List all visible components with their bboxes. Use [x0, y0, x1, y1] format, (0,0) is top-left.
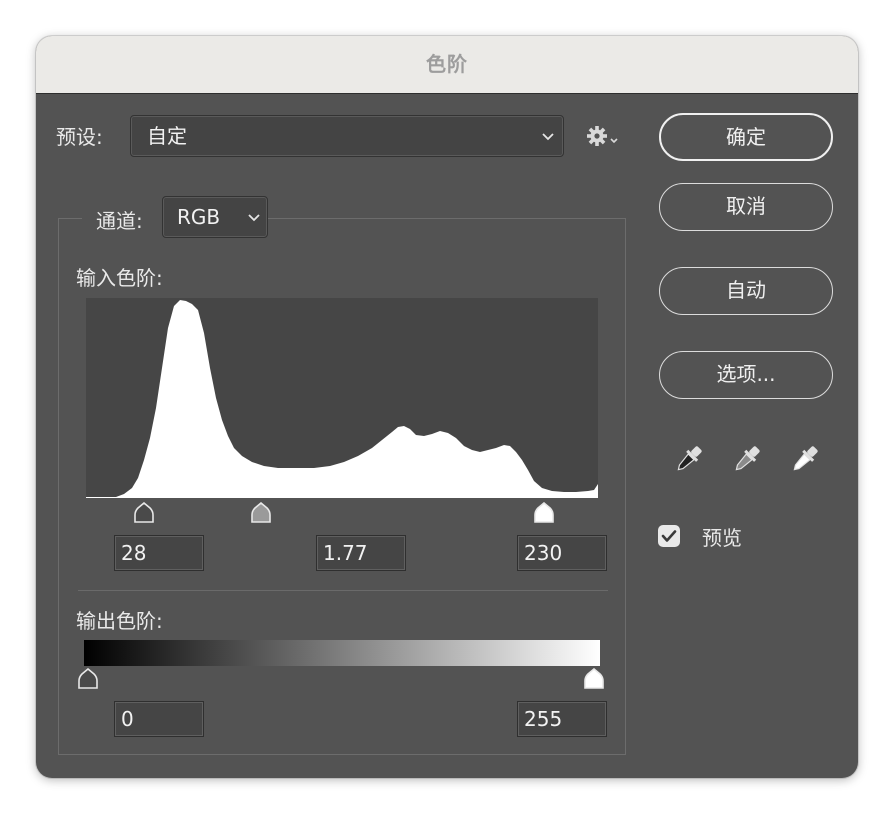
checkmark-icon: [661, 530, 677, 542]
output-black-field[interactable]: 0: [114, 701, 204, 737]
cancel-button[interactable]: 取消: [659, 183, 833, 231]
output-white-slider[interactable]: [582, 668, 606, 690]
input-gamma-field[interactable]: 1.77: [316, 535, 406, 571]
levels-dialog: 色阶 预设: 自定 确定 取消 自动 选项... 预览 通道: RGB 输入色阶…: [36, 36, 858, 778]
title-bar[interactable]: 色阶: [36, 36, 858, 94]
window-title: 色阶: [426, 52, 468, 76]
input-levels-label: 输入色阶:: [76, 266, 163, 290]
gray-point-eyedropper-icon[interactable]: [730, 442, 764, 476]
channel-value: RGB: [177, 205, 221, 229]
white-point-eyedropper-icon[interactable]: [788, 442, 822, 476]
preview-label: 预览: [702, 526, 742, 550]
input-white-slider[interactable]: [532, 502, 556, 524]
histogram: [86, 298, 598, 498]
channel-select[interactable]: RGB: [162, 196, 268, 238]
chevron-down-icon: [248, 214, 260, 222]
channel-label: 通道:: [96, 209, 143, 233]
output-levels-label: 输出色阶:: [76, 609, 163, 633]
input-gamma-slider[interactable]: [249, 502, 273, 524]
preset-value: 自定: [147, 124, 187, 148]
chevron-down-icon: [542, 133, 554, 141]
input-black-slider[interactable]: [132, 502, 156, 524]
histogram-graph: [86, 300, 598, 498]
preset-select[interactable]: 自定: [130, 115, 564, 157]
preview-checkbox[interactable]: [658, 525, 680, 547]
gear-icon[interactable]: [586, 123, 622, 149]
ok-button[interactable]: 确定: [659, 113, 833, 161]
options-button[interactable]: 选项...: [659, 351, 833, 399]
preset-label: 预设:: [56, 125, 103, 149]
auto-button[interactable]: 自动: [659, 267, 833, 315]
divider: [78, 590, 608, 591]
input-white-field[interactable]: 230: [517, 535, 607, 571]
output-black-slider[interactable]: [76, 668, 100, 690]
input-black-field[interactable]: 28: [114, 535, 204, 571]
output-gradient-bar: [84, 640, 600, 666]
output-white-field[interactable]: 255: [517, 701, 607, 737]
black-point-eyedropper-icon[interactable]: [672, 442, 706, 476]
